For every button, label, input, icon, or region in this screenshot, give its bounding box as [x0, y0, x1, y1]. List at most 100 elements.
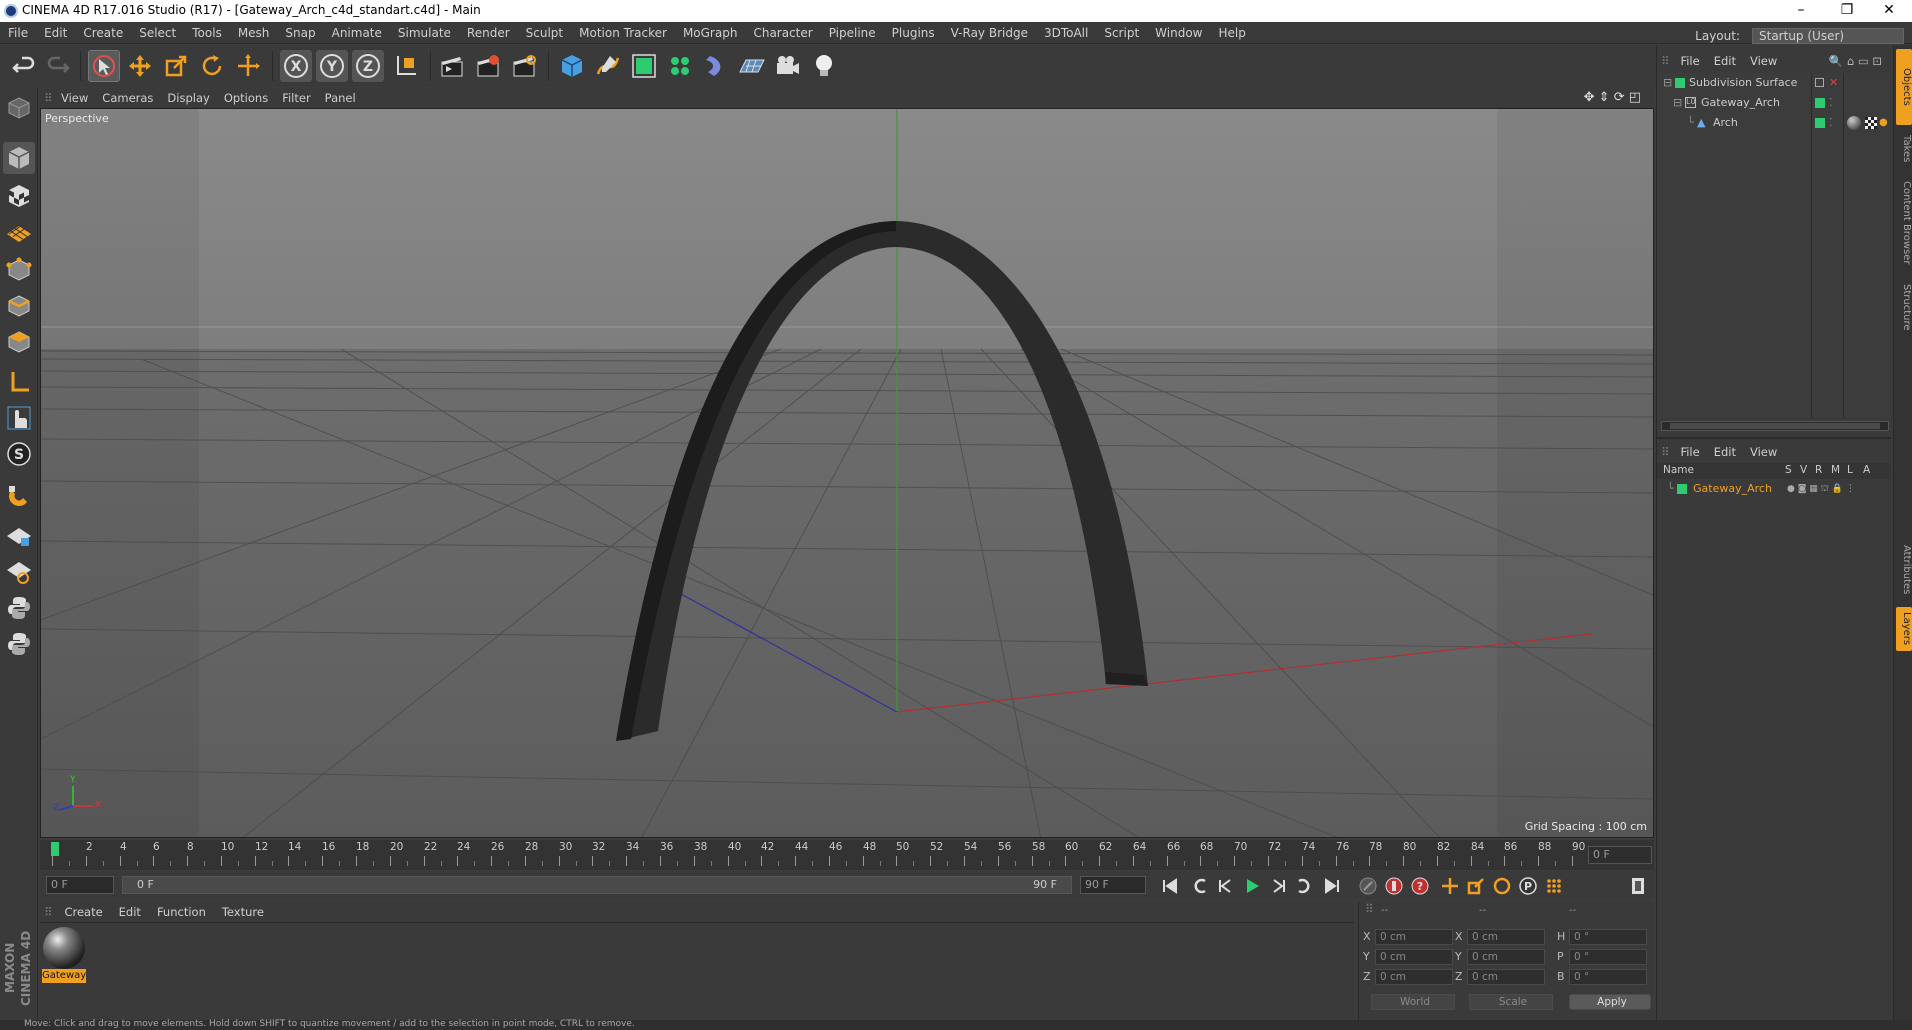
coord-size-field[interactable]: 0 cm: [1467, 949, 1545, 965]
scale-tool-button[interactable]: [160, 50, 192, 82]
vp-menu-filter[interactable]: Filter: [275, 88, 317, 108]
layer-flags-icons[interactable]: ● ◙ ▦ ⛫ 🔒 ⋮: [1787, 479, 1855, 499]
object-name[interactable]: Arch: [1713, 113, 1738, 133]
next-frame-button[interactable]: [1266, 874, 1290, 898]
menu-help[interactable]: Help: [1210, 22, 1253, 44]
menu-simulate[interactable]: Simulate: [390, 22, 459, 44]
key-rotation-button[interactable]: [1490, 874, 1514, 898]
coord-size-field[interactable]: 0 cm: [1467, 969, 1545, 985]
coord-position-field[interactable]: 0 cm: [1375, 949, 1453, 965]
object-list-scrollbar[interactable]: [1661, 421, 1889, 431]
add-cube-button[interactable]: [556, 50, 588, 82]
restore-button[interactable]: ❐: [1824, 0, 1870, 22]
render-picture-viewer-button[interactable]: [472, 50, 504, 82]
layer-color-icon[interactable]: [1677, 484, 1687, 494]
menu-create[interactable]: Create: [75, 22, 131, 44]
mat-menu-edit[interactable]: Edit: [111, 902, 149, 922]
edit-toggle-icon[interactable]: [1815, 78, 1824, 87]
menu-mesh[interactable]: Mesh: [230, 22, 278, 44]
menu-character[interactable]: Character: [745, 22, 820, 44]
playhead[interactable]: [51, 842, 59, 856]
workplane-mode-button[interactable]: [3, 216, 35, 248]
coordinate-system-button[interactable]: [390, 50, 422, 82]
layer-name[interactable]: Gateway_Arch: [1693, 479, 1772, 499]
render-settings-button[interactable]: [508, 50, 540, 82]
layer-menu-edit[interactable]: Edit: [1707, 442, 1743, 462]
column-solo[interactable]: S: [1785, 464, 1792, 476]
add-light-button[interactable]: [808, 50, 840, 82]
polygons-mode-button[interactable]: [3, 326, 35, 358]
menu-3dtoall[interactable]: 3DToAll: [1036, 22, 1096, 44]
menu-snap[interactable]: Snap: [277, 22, 323, 44]
menu-script[interactable]: Script: [1096, 22, 1147, 44]
layer-menu-file[interactable]: File: [1673, 442, 1706, 462]
timeline-window-button[interactable]: [1626, 874, 1650, 898]
menu-motion-tracker[interactable]: Motion Tracker: [571, 22, 675, 44]
vp-menu-panel[interactable]: Panel: [318, 88, 363, 108]
solo-button[interactable]: S: [3, 438, 35, 470]
add-mograph-button[interactable]: [664, 50, 696, 82]
key-parameter-button[interactable]: P: [1516, 874, 1540, 898]
perspective-viewport[interactable]: Perspective Y X Z Grid Spacing : 100 cm: [40, 108, 1654, 838]
menu-pipeline[interactable]: Pipeline: [821, 22, 884, 44]
undo-button[interactable]: [8, 50, 40, 82]
menu-select[interactable]: Select: [131, 22, 184, 44]
tab-attributes[interactable]: Attributes: [1896, 535, 1912, 605]
enable-snap-button[interactable]: [3, 480, 35, 512]
phong-tag-icon[interactable]: ●: [1879, 113, 1888, 133]
vp-menu-view[interactable]: View: [54, 88, 95, 108]
visibility-dots-icon[interactable]: ⁚: [1829, 93, 1833, 113]
add-deformer-button[interactable]: [700, 50, 732, 82]
object-row-gateway-arch[interactable]: ⊟ L0 Gateway_Arch ⁚: [1657, 93, 1891, 113]
object-row-arch[interactable]: └ ▲ Arch ⁚ ●: [1657, 113, 1891, 133]
texture-tag-icon[interactable]: [1865, 117, 1877, 129]
tweak-mode-button[interactable]: [3, 402, 35, 434]
frame-range-slider[interactable]: 0 F 90 F: [122, 876, 1072, 894]
coord-position-field[interactable]: 0 cm: [1375, 929, 1453, 945]
prev-frame-button[interactable]: [1214, 874, 1238, 898]
layer-menu-view[interactable]: View: [1743, 442, 1784, 462]
key-pla-button[interactable]: [1542, 874, 1566, 898]
keyframe-selection-button[interactable]: ?: [1408, 874, 1432, 898]
layer-color-icon[interactable]: [1815, 98, 1825, 108]
menu-mograph[interactable]: MoGraph: [675, 22, 746, 44]
layout-dropdown[interactable]: Startup (User): [1752, 28, 1904, 44]
coord-rotation-field[interactable]: 0 °: [1569, 949, 1647, 965]
object-manager-tools-icons[interactable]: 🔍 ⌂ ▭ ⊡: [1822, 51, 1889, 71]
minimize-button[interactable]: –: [1778, 0, 1824, 22]
render-view-button[interactable]: [436, 50, 468, 82]
menu-render[interactable]: Render: [459, 22, 518, 44]
obj-menu-edit[interactable]: Edit: [1707, 51, 1743, 71]
object-name[interactable]: Subdivision Surface: [1689, 73, 1797, 93]
vp-menu-cameras[interactable]: Cameras: [95, 88, 160, 108]
mat-menu-function[interactable]: Function: [149, 902, 214, 922]
column-visible[interactable]: V: [1800, 464, 1807, 476]
object-row-subdivision[interactable]: ⊟ Subdivision Surface ✕: [1657, 73, 1891, 93]
coord-rotation-field[interactable]: 0 °: [1569, 969, 1647, 985]
live-selection-button[interactable]: [88, 50, 120, 82]
coord-rotation-field[interactable]: 0 °: [1569, 929, 1647, 945]
move-tool-button[interactable]: [124, 50, 156, 82]
column-name[interactable]: Name: [1663, 464, 1694, 476]
locked-workplane-button[interactable]: [3, 520, 35, 552]
rotate-tool-button[interactable]: [196, 50, 228, 82]
render-toggle-icon[interactable]: ✕: [1829, 73, 1838, 93]
column-manager[interactable]: M: [1831, 464, 1840, 476]
goto-end-button[interactable]: [1320, 874, 1344, 898]
mat-menu-create[interactable]: Create: [56, 902, 110, 922]
prev-key-button[interactable]: [1188, 874, 1212, 898]
tab-takes[interactable]: Takes: [1896, 129, 1912, 169]
goto-start-button[interactable]: [1158, 874, 1182, 898]
menu-plugins[interactable]: Plugins: [884, 22, 943, 44]
make-editable-button[interactable]: [3, 92, 35, 124]
mat-menu-texture[interactable]: Texture: [214, 902, 272, 922]
add-camera-button[interactable]: [772, 50, 804, 82]
collapse-icon[interactable]: ⊟: [1673, 93, 1682, 113]
python-script-2-button[interactable]: [3, 628, 35, 660]
tab-content-browser[interactable]: Content Browser: [1896, 173, 1912, 273]
layer-color-icon[interactable]: [1815, 118, 1825, 128]
model-mode-button[interactable]: [3, 142, 35, 174]
axis-mode-button[interactable]: [3, 366, 35, 398]
column-animation[interactable]: A: [1863, 464, 1870, 476]
obj-menu-view[interactable]: View: [1743, 51, 1784, 71]
